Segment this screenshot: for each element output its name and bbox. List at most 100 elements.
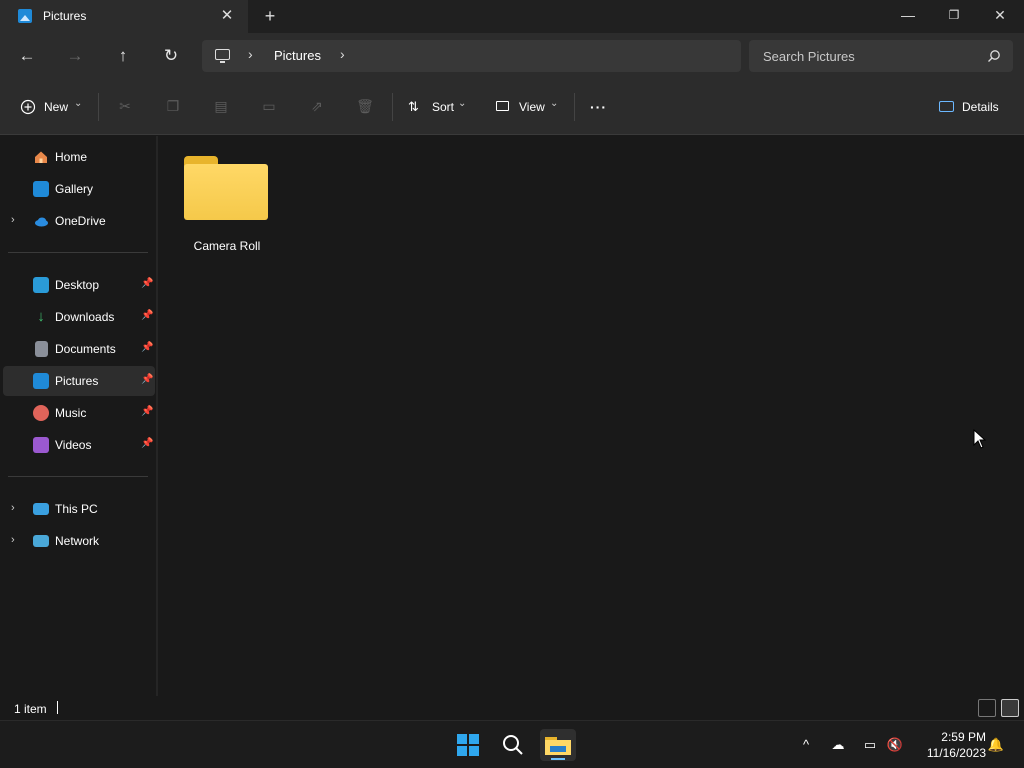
new-tab-button[interactable]: + [260, 6, 280, 26]
search-icon [503, 735, 523, 755]
sidebar-item-label: OneDrive [55, 214, 106, 228]
address-bar: ← → ↑ ↻ › Pictures › [0, 33, 1024, 79]
breadcrumb-separator[interactable]: › [248, 46, 253, 62]
more-options-button[interactable]: ··· [590, 95, 607, 119]
sidebar-item-desktop[interactable]: Desktop 📌 [3, 270, 155, 300]
sort-label: Sort [432, 100, 455, 114]
date: 11/16/2023 [926, 746, 986, 760]
pin-icon[interactable]: 📌 [141, 310, 153, 321]
pin-icon[interactable]: 📌 [141, 374, 153, 385]
tab-close-button[interactable]: ✕ [218, 6, 236, 26]
sidebar-item-videos[interactable]: Videos 📌 [3, 430, 155, 460]
sidebar-item-downloads[interactable]: ↓ Downloads 📌 [3, 302, 155, 332]
breadcrumb[interactable]: › Pictures › [202, 40, 741, 72]
expand-chevron-icon[interactable]: › [11, 534, 15, 546]
sidebar-divider [8, 476, 148, 477]
music-icon [33, 405, 49, 421]
volume-muted-icon[interactable]: 🔇 [885, 735, 905, 755]
copy-icon[interactable]: ❐ [164, 97, 182, 115]
file-explorer-icon [545, 737, 571, 760]
large-icons-view-icon[interactable] [1001, 699, 1019, 717]
expand-chevron-icon[interactable]: › [11, 214, 15, 226]
pin-icon[interactable]: 📌 [141, 406, 153, 417]
this-pc-icon [215, 49, 230, 63]
time: 2:59 PM [941, 730, 986, 744]
details-view-icon[interactable] [978, 699, 996, 717]
folder-item[interactable]: Camera Roll [182, 154, 272, 258]
view-button[interactable]: View ⌄ [496, 95, 560, 119]
minimize-button[interactable]: — [885, 0, 931, 33]
rename-icon[interactable]: ▭ [260, 97, 278, 115]
sidebar-item-documents[interactable]: Documents 📌 [3, 334, 155, 364]
show-hidden-icons-button[interactable]: ^ [796, 735, 816, 755]
plus-circle-icon [20, 99, 36, 115]
view-icon [496, 101, 509, 111]
notification-bell-icon[interactable]: 🔔 [986, 735, 1006, 755]
details-button[interactable]: Details [939, 95, 1009, 119]
paste-icon[interactable]: ▤ [212, 97, 230, 115]
new-label: New [44, 100, 69, 114]
pin-icon[interactable]: 📌 [141, 438, 153, 449]
sidebar-item-gallery[interactable]: Gallery [3, 174, 155, 204]
chevron-down-icon: ⌄ [550, 98, 559, 109]
details-pane-icon [939, 101, 954, 112]
sidebar-divider [8, 252, 148, 253]
cut-icon[interactable]: ✂ [116, 97, 134, 115]
search-input[interactable] [749, 40, 979, 72]
home-icon [33, 149, 49, 165]
folder-name: Camera Roll [193, 239, 261, 253]
gallery-icon [33, 181, 49, 197]
share-icon[interactable]: ⇗ [308, 97, 326, 115]
search-box[interactable] [749, 40, 1013, 72]
sidebar-item-pictures[interactable]: Pictures 📌 [3, 366, 155, 396]
breadcrumb-item-pictures[interactable]: Pictures [274, 48, 321, 63]
sort-icon: ⇅ [408, 99, 419, 114]
title-bar: Pictures ✕ + — ❐ ✕ [0, 0, 1024, 33]
navigation-pane: Home Gallery › OneDrive Desktop 📌 ↓ Down… [0, 136, 158, 696]
sidebar-item-onedrive[interactable]: › OneDrive [3, 206, 155, 236]
file-explorer-taskbar-button[interactable] [540, 729, 576, 761]
this-pc-icon [33, 503, 49, 515]
search-icon[interactable] [987, 49, 1001, 63]
start-button[interactable] [452, 729, 484, 761]
close-button[interactable]: ✕ [977, 0, 1023, 33]
forward-button[interactable]: → [62, 44, 88, 68]
expand-chevron-icon[interactable]: › [11, 502, 15, 514]
sidebar-item-label: Music [55, 406, 87, 420]
mouse-cursor-icon [973, 429, 987, 449]
pin-icon[interactable]: 📌 [141, 342, 153, 353]
item-count: 1 item [14, 702, 47, 716]
onedrive-offline-icon[interactable]: ☁ [828, 735, 848, 755]
sort-button[interactable]: ⇅ Sort ⌄ [408, 95, 472, 119]
sidebar-item-this-pc[interactable]: › This PC [3, 494, 155, 524]
breadcrumb-separator[interactable]: › [340, 46, 345, 62]
sidebar-item-label: Gallery [55, 182, 94, 196]
sidebar-item-network[interactable]: › Network [3, 526, 155, 556]
refresh-button[interactable]: ↻ [158, 44, 184, 68]
file-list: Camera Roll [160, 136, 1024, 696]
sidebar-item-label: Pictures [55, 374, 99, 388]
clock[interactable]: 2:59 PM 11/16/2023 [914, 729, 986, 761]
pictures-icon [33, 373, 49, 389]
network-status-icon[interactable]: ▭ [860, 735, 880, 755]
videos-icon [33, 437, 49, 453]
delete-icon[interactable]: 🗑 [356, 97, 374, 115]
sidebar-item-label: Documents [55, 342, 116, 356]
chevron-down-icon: ⌄ [458, 98, 467, 109]
tab-pictures[interactable]: Pictures ✕ [0, 0, 248, 33]
sidebar-item-music[interactable]: Music 📌 [3, 398, 155, 428]
search-taskbar-button[interactable] [497, 729, 529, 761]
sidebar-item-home[interactable]: Home [3, 142, 155, 172]
details-label: Details [962, 100, 999, 114]
chevron-down-icon: ⌄ [74, 98, 83, 109]
desktop-icon [33, 277, 49, 293]
view-label: View [519, 100, 545, 114]
new-button[interactable]: New ⌄ [20, 95, 84, 119]
pin-icon[interactable]: 📌 [141, 278, 153, 289]
onedrive-icon [33, 213, 49, 229]
sidebar-item-label: This PC [55, 502, 98, 516]
up-button[interactable]: ↑ [110, 44, 136, 68]
sidebar-item-label: Videos [55, 438, 92, 452]
maximize-button[interactable]: ❐ [931, 0, 977, 33]
back-button[interactable]: ← [14, 44, 40, 68]
